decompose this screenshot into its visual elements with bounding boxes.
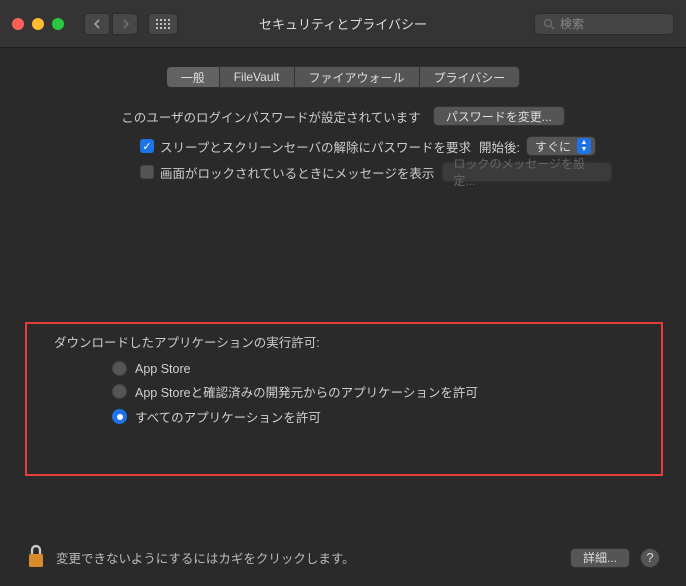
delay-value: すぐに [535, 138, 571, 155]
delay-select[interactable]: すぐに ▲▼ [526, 136, 596, 156]
tab-general[interactable]: 一般 [166, 66, 220, 88]
show-message-label: 画面がロックされているときにメッセージを表示 [160, 163, 434, 182]
show-message-checkbox[interactable] [140, 165, 154, 179]
titlebar: セキュリティとプライバシー [0, 0, 686, 48]
back-button[interactable] [84, 13, 110, 35]
lock-message-field: ロックのメッセージを設定... [442, 162, 612, 182]
minimize-icon[interactable] [32, 18, 44, 30]
search-input[interactable] [560, 17, 660, 31]
tab-privacy[interactable]: プライバシー [419, 66, 521, 88]
password-set-msg: このユーザのログインパスワードが設定されています [121, 107, 420, 126]
details-button[interactable]: 詳細... [570, 548, 630, 568]
footer: 変更できないようにするにはカギをクリックします。 詳細... ? [26, 543, 660, 572]
lock-icon[interactable] [26, 543, 46, 572]
window-title: セキュリティとプライバシー [259, 14, 427, 33]
help-button[interactable]: ? [640, 548, 660, 568]
preferences-window: セキュリティとプライバシー 一般 FileVault ファイアウォール プライバ… [0, 0, 686, 586]
after-label: 開始後: [479, 137, 520, 156]
close-icon[interactable] [12, 18, 24, 30]
tab-bar: 一般 FileVault ファイアウォール プライバシー [0, 66, 686, 88]
chevron-up-down-icon: ▲▼ [577, 138, 591, 154]
annotation-highlight [25, 322, 663, 476]
require-password-label: スリープとスクリーンセーバの解除にパスワードを要求 [160, 137, 471, 156]
search-field[interactable] [534, 13, 674, 35]
tab-firewall[interactable]: ファイアウォール [294, 66, 420, 88]
forward-button[interactable] [112, 13, 138, 35]
change-password-button[interactable]: パスワードを変更... [433, 106, 565, 126]
require-password-checkbox[interactable]: ✓ [140, 139, 154, 153]
show-all-button[interactable] [148, 13, 178, 35]
window-controls [12, 18, 64, 30]
tab-filevault[interactable]: FileVault [219, 66, 295, 88]
lock-hint: 変更できないようにするにはカギをクリックします。 [56, 548, 355, 567]
nav-buttons [84, 13, 138, 35]
zoom-icon[interactable] [52, 18, 64, 30]
